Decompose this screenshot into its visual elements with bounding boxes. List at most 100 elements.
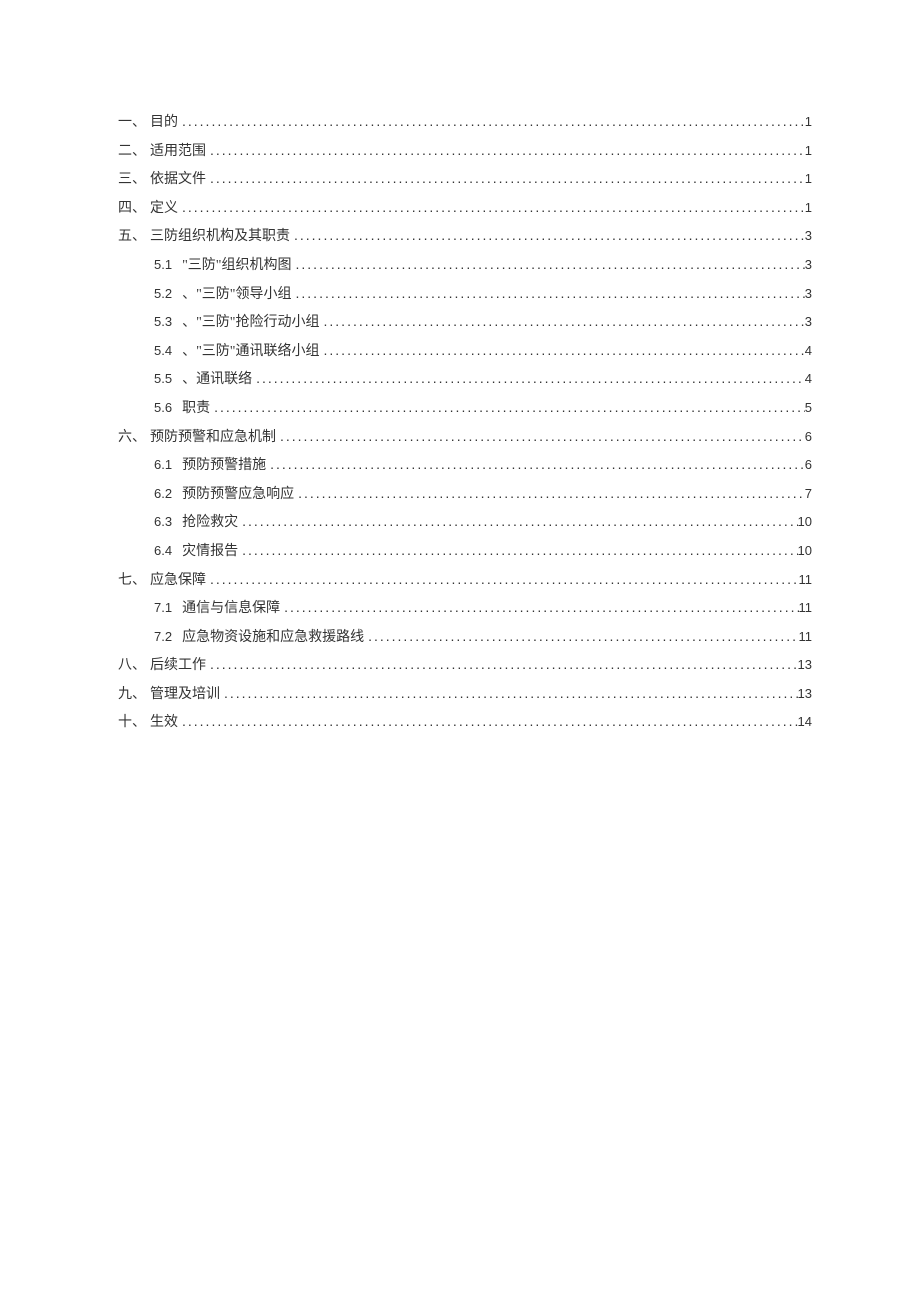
toc-entry: 六、预防预警和应急机制 6 xyxy=(118,423,812,452)
toc-leader xyxy=(206,137,805,164)
toc-leader xyxy=(210,394,805,421)
toc-leader xyxy=(280,594,798,621)
toc-leader xyxy=(320,337,805,364)
toc-title: 、"三防"领导小组 xyxy=(182,282,291,309)
toc-entry: 四、定义 1 xyxy=(118,194,812,223)
toc-page-number: 1 xyxy=(805,167,812,192)
toc-leader xyxy=(220,680,798,707)
toc-title: 管理及培训 xyxy=(150,682,220,709)
toc-leader xyxy=(178,108,805,135)
toc-number: 5.4 xyxy=(154,339,172,364)
toc-page-number: 11 xyxy=(799,625,813,650)
toc-title: 三防组织机构及其职责 xyxy=(150,224,290,251)
toc-prefix: 一、 xyxy=(118,110,146,137)
toc-prefix: 六、 xyxy=(118,425,146,452)
toc-page-number: 3 xyxy=(805,282,812,307)
toc-title: 预防预警应急响应 xyxy=(182,482,294,509)
toc-prefix: 五、 xyxy=(118,224,146,251)
toc-number: 5.3 xyxy=(154,310,172,335)
toc-number: 7.1 xyxy=(154,596,172,621)
toc-title: 预防预警措施 xyxy=(182,453,266,480)
toc-page-number: 3 xyxy=(805,310,812,335)
toc-page-number: 3 xyxy=(805,253,812,278)
toc-entry: 6.2 预防预警应急响应 7 xyxy=(118,480,812,509)
toc-page-number: 1 xyxy=(805,110,812,135)
toc-leader xyxy=(292,280,805,307)
toc-entry: 三、依据文件 1 xyxy=(118,165,812,194)
toc-prefix: 七、 xyxy=(118,568,146,595)
toc-entry: 二、适用范围 1 xyxy=(118,137,812,166)
toc-leader xyxy=(294,480,805,507)
toc-leader xyxy=(178,708,798,735)
toc-title: 生效 xyxy=(150,710,178,737)
toc-title: 通信与信息保障 xyxy=(182,596,280,623)
toc-leader xyxy=(364,623,798,650)
toc-leader xyxy=(206,566,799,593)
toc-page-number: 3 xyxy=(805,224,812,249)
toc-leader xyxy=(238,537,797,564)
toc-number: 6.4 xyxy=(154,539,172,564)
toc-page-number: 10 xyxy=(798,510,812,535)
toc-entry: 7.1 通信与信息保障 11 xyxy=(118,594,812,623)
toc-entry: 5.5 、通讯联络 4 xyxy=(118,365,812,394)
toc-entry: 5.6职责5 xyxy=(118,394,812,423)
toc-entry: 一、目的1 xyxy=(118,108,812,137)
toc-leader xyxy=(266,451,805,478)
toc-title: 、"三防"通讯联络小组 xyxy=(182,339,319,366)
toc-prefix: 十、 xyxy=(118,710,146,737)
toc-number: 7.2 xyxy=(154,625,172,650)
toc-title: 依据文件 xyxy=(150,167,206,194)
toc-number: 5.1 xyxy=(154,253,172,278)
toc-page-number: 11 xyxy=(799,596,813,621)
toc-number: 5.6 xyxy=(154,396,172,421)
toc-number: 5.5 xyxy=(154,367,172,392)
toc-title: "三防"组织机构图 xyxy=(182,253,291,280)
toc-leader xyxy=(178,194,805,221)
toc-title: 灾情报告 xyxy=(182,539,238,566)
toc-page-number: 11 xyxy=(799,568,813,593)
toc-prefix: 四、 xyxy=(118,196,146,223)
toc-title: 预防预警和应急机制 xyxy=(150,425,276,452)
toc-title: 应急物资设施和应急救援路线 xyxy=(182,625,364,652)
toc-entry: 6.3 抢险救灾 10 xyxy=(118,508,812,537)
toc-leader xyxy=(276,423,805,450)
toc-page-number: 7 xyxy=(805,482,812,507)
toc-page-number: 1 xyxy=(805,196,812,221)
toc-number: 6.2 xyxy=(154,482,172,507)
toc-prefix: 三、 xyxy=(118,167,146,194)
toc-prefix: 二、 xyxy=(118,139,146,166)
toc-leader xyxy=(238,508,797,535)
toc-leader xyxy=(290,222,805,249)
toc-leader xyxy=(320,308,805,335)
toc-title: 应急保障 xyxy=(150,568,206,595)
toc-page-number: 4 xyxy=(805,339,812,364)
toc-leader xyxy=(292,251,805,278)
toc-leader xyxy=(206,651,798,678)
toc-entry: 6.1预防预警措施6 xyxy=(118,451,812,480)
toc-page-number: 10 xyxy=(798,539,812,564)
toc-number: 5.2 xyxy=(154,282,172,307)
toc-title: 、"三防"抢险行动小组 xyxy=(182,310,319,337)
toc-number: 6.1 xyxy=(154,453,172,478)
toc-page-number: 13 xyxy=(798,682,812,707)
toc-title: 、通讯联络 xyxy=(182,367,252,394)
toc-page-number: 6 xyxy=(805,425,812,450)
toc-prefix: 九、 xyxy=(118,682,146,709)
toc-entry: 十、生效 14 xyxy=(118,708,812,737)
toc-title: 定义 xyxy=(150,196,178,223)
toc-entry: 九、管理及培训 13 xyxy=(118,680,812,709)
toc-title: 抢险救灾 xyxy=(182,510,238,537)
toc-page-number: 1 xyxy=(805,139,812,164)
toc-entry: 7.2 应急物资设施和应急救援路线 11 xyxy=(118,623,812,652)
toc-page-number: 5 xyxy=(805,396,812,421)
toc-page-number: 14 xyxy=(798,710,812,735)
toc-page-number: 4 xyxy=(805,367,812,392)
toc-title: 适用范围 xyxy=(150,139,206,166)
toc-page-number: 13 xyxy=(798,653,812,678)
toc-entry: 5.3 、"三防"抢险行动小组 3 xyxy=(118,308,812,337)
toc-entry: 5.2 、"三防"领导小组 3 xyxy=(118,280,812,309)
toc-number: 6.3 xyxy=(154,510,172,535)
toc-prefix: 八、 xyxy=(118,653,146,680)
toc-entry: 七、应急保障 11 xyxy=(118,566,812,595)
toc-entry: 八、后续工作13 xyxy=(118,651,812,680)
